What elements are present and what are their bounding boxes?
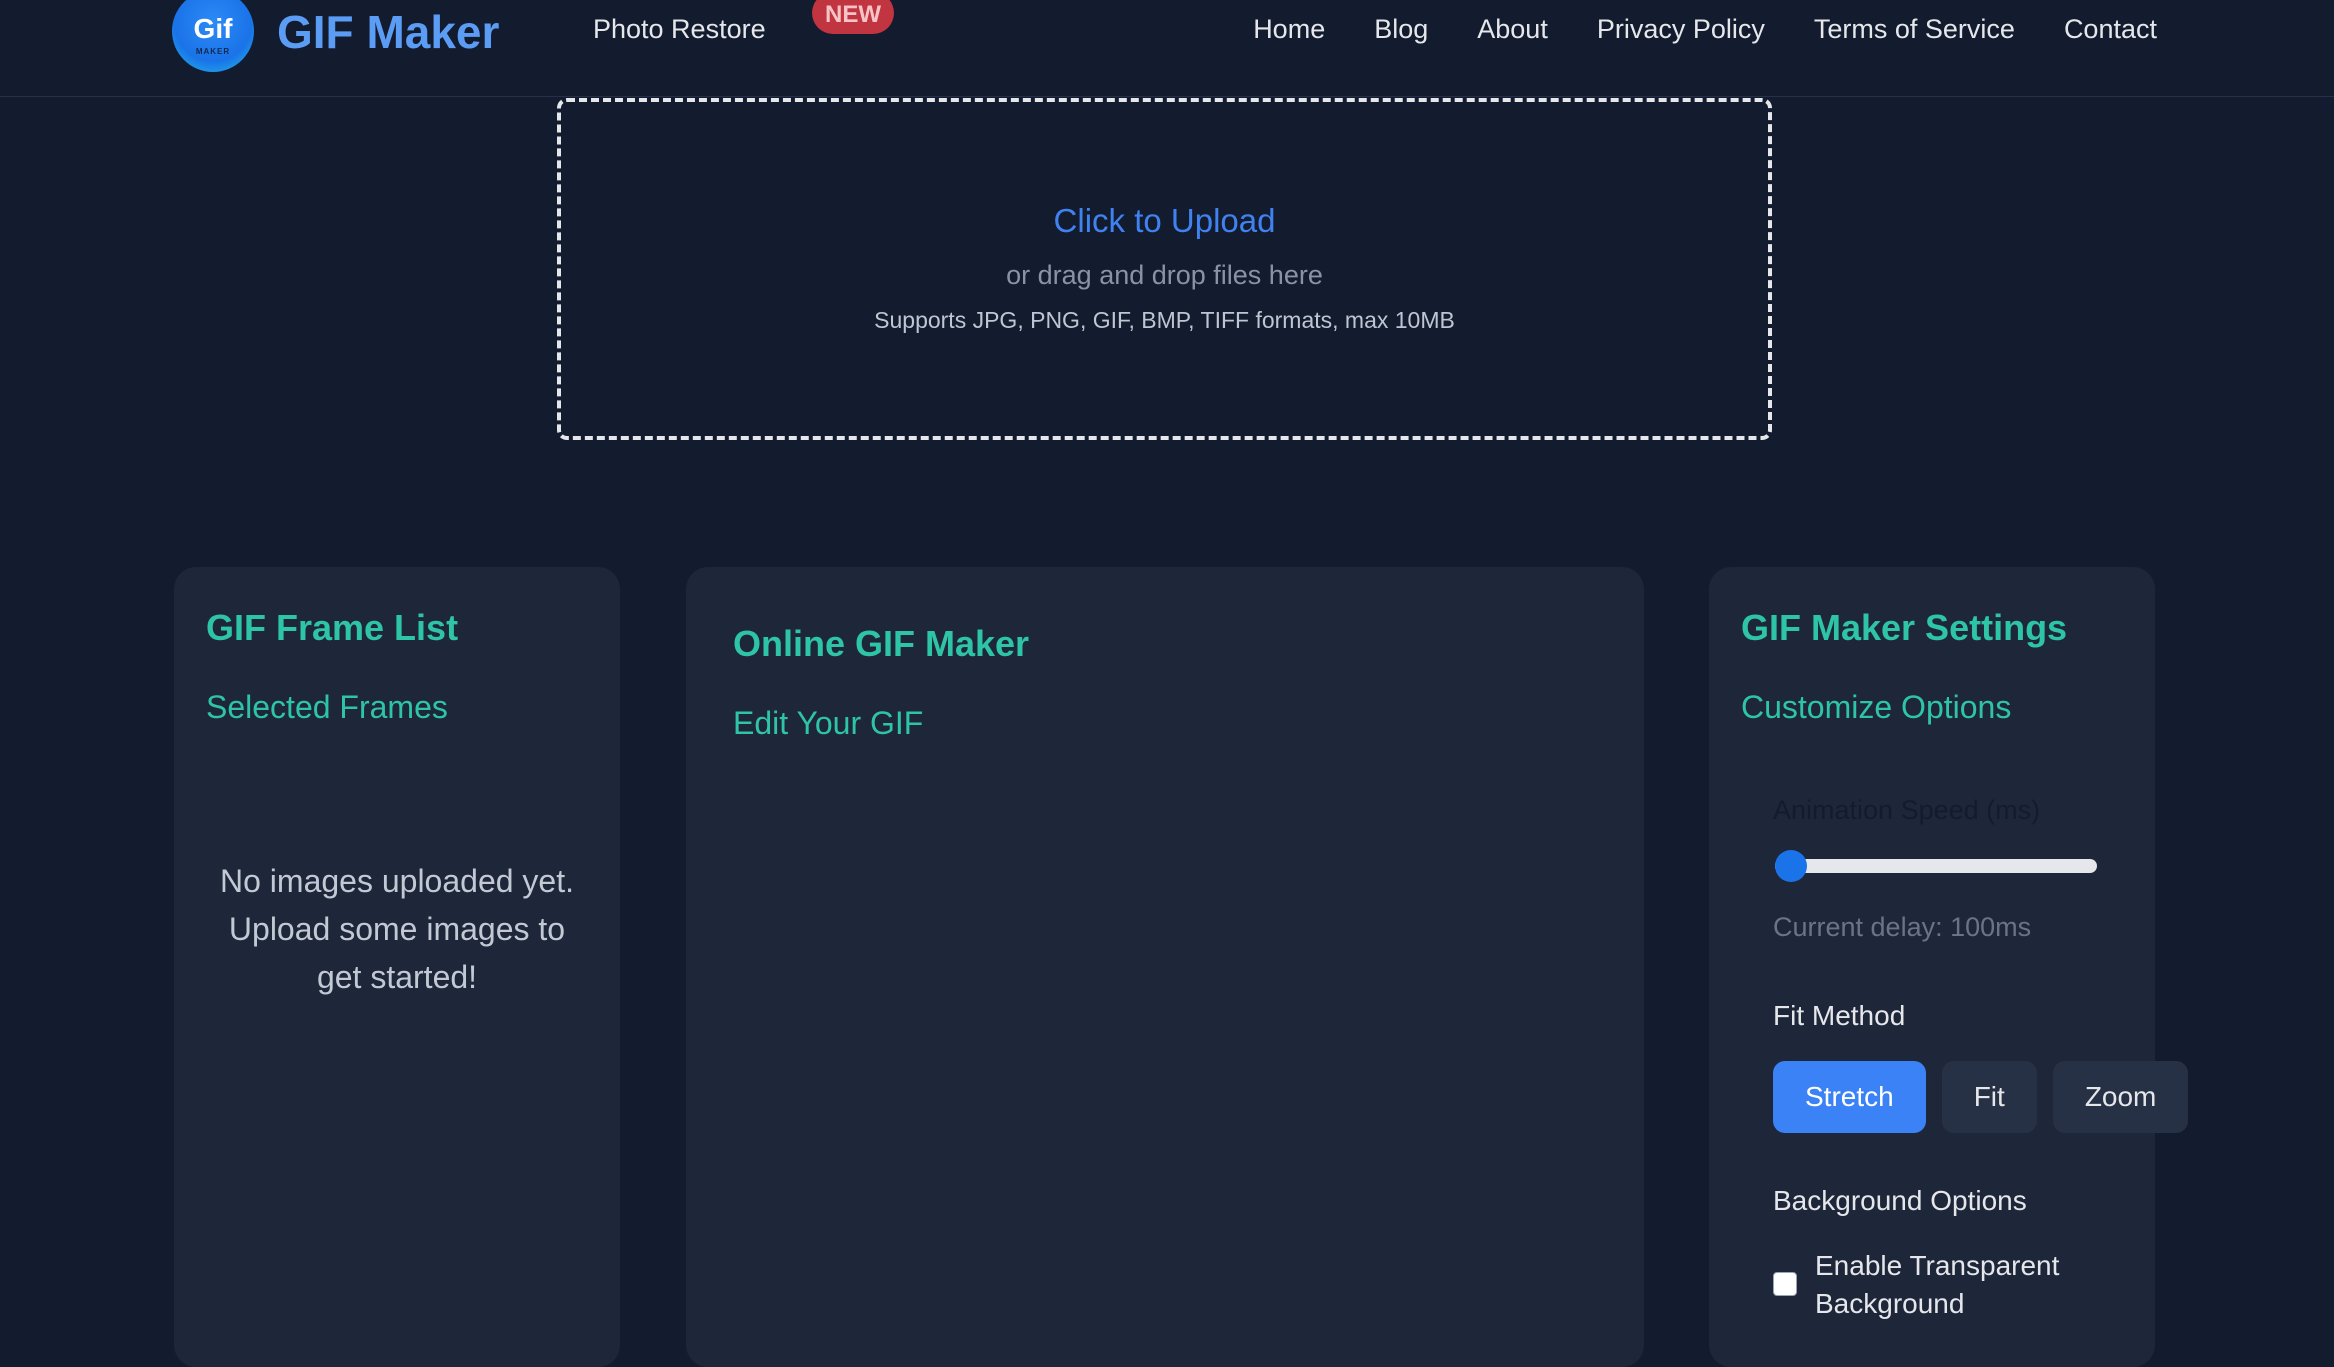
editor-title: Online GIF Maker (733, 623, 1030, 664)
logo-text: Gif (193, 12, 233, 44)
nav-link-about[interactable]: About (1477, 14, 1548, 45)
navbar: Gif MAKER GIF Maker Photo Restore NEW Ho… (0, 0, 2334, 97)
transparent-background-label[interactable]: Enable Transparent Background (1815, 1247, 2115, 1323)
nav-link-home[interactable]: Home (1253, 14, 1325, 45)
upload-dropzone[interactable]: Click to Upload or drag and drop files h… (557, 98, 1772, 440)
logo-icon[interactable]: Gif MAKER (172, 0, 254, 72)
upload-formats: Supports JPG, PNG, GIF, BMP, TIFF format… (874, 307, 1455, 333)
frame-list-panel: GIF Frame List Selected Frames No images… (174, 567, 620, 1367)
frame-list-title: GIF Frame List (206, 607, 459, 648)
settings-subtitle: Customize Options (1741, 689, 2012, 725)
frame-list-subtitle: Selected Frames (206, 689, 448, 725)
current-delay-text: Current delay: 100ms (1773, 912, 2032, 942)
transparent-background-checkbox[interactable] (1773, 1272, 1797, 1296)
nav-links: Home Blog About Privacy Policy Terms of … (1253, 14, 2157, 45)
fit-method-label: Fit Method (1773, 1000, 1906, 1031)
animation-speed-slider[interactable] (1775, 850, 2097, 882)
background-options-label: Background Options (1773, 1185, 2027, 1216)
upload-title[interactable]: Click to Upload (1054, 202, 1276, 240)
fit-zoom-button[interactable]: Zoom (2052, 1061, 2189, 1133)
fit-method-group: Stretch Fit Zoom (1773, 1061, 2189, 1133)
logo-subtext: MAKER (195, 46, 231, 56)
nav-link-contact[interactable]: Contact (2064, 14, 2157, 45)
upload-subtitle: or drag and drop files here (1006, 260, 1323, 290)
settings-panel: GIF Maker Settings Customize Options Ani… (1709, 567, 2189, 1367)
brand-name[interactable]: GIF Maker (277, 4, 499, 60)
nav-link-blog[interactable]: Blog (1374, 14, 1428, 45)
editor-subtitle: Edit Your GIF (733, 705, 924, 741)
nav-link-terms-of-service[interactable]: Terms of Service (1814, 14, 2015, 45)
editor-panel: Online GIF Maker Edit Your GIF (686, 567, 1644, 1367)
animation-speed-label: Animation Speed (ms) (1773, 795, 2041, 825)
fit-stretch-button[interactable]: Stretch (1773, 1061, 1926, 1133)
nav-link-photo-restore[interactable]: Photo Restore (593, 14, 766, 45)
new-badge: NEW (812, 0, 894, 34)
nav-link-privacy-policy[interactable]: Privacy Policy (1597, 14, 1765, 45)
fit-fit-button[interactable]: Fit (1941, 1061, 2037, 1133)
empty-frames-message: No images uploaded yet. Upload some imag… (220, 863, 574, 995)
slider-thumb[interactable] (1775, 850, 1807, 882)
settings-title: GIF Maker Settings (1741, 607, 2068, 648)
